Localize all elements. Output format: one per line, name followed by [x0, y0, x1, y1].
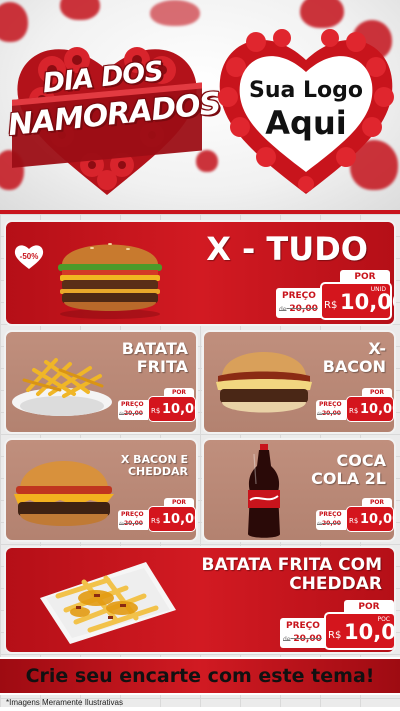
cheddar-fries-image: [40, 562, 176, 644]
currency: R$: [328, 630, 342, 641]
cheddar-burger-image: [14, 461, 114, 526]
new-price-box: R$ 10,00: [148, 396, 196, 422]
product-name-line-1: BATATA FRITA COM: [201, 555, 382, 575]
price-tag: POR PREÇO de 20,00 R$ 10,00 UNID: [276, 270, 394, 322]
product-card-x-tudo: -50% X - TUDO POR PREÇO de 20,00 R$ 10,0…: [4, 220, 396, 326]
price-label: PREÇO: [319, 401, 342, 408]
coca-cola-bottle-image: [248, 444, 280, 538]
new-price-box: R$ 10,00 POC: [324, 612, 396, 650]
logo-text-line-2: Aqui: [265, 104, 347, 142]
product-name-line-1: COCA: [336, 451, 386, 470]
price-tag: POR PREÇO de20,00 R$ 10,00: [118, 388, 196, 424]
footer-bar: [0, 707, 400, 711]
old-price: de20,00: [317, 520, 341, 527]
new-price-box: R$ 10,00 UNID: [320, 282, 394, 320]
product-name: X BACON E CHEDDAR: [121, 453, 188, 479]
currency: R$: [151, 407, 161, 415]
old-price-value: 20,00: [289, 304, 318, 314]
old-price-value: 20,00: [322, 520, 341, 527]
price-label: PREÇO: [282, 291, 316, 301]
product-name: COCA COLA 2L: [311, 452, 386, 488]
menu-area: -50% X - TUDO POR PREÇO de 20,00 R$ 10,0…: [0, 210, 400, 711]
discount-badge: -50%: [19, 252, 39, 261]
product-card-x-bacon-cheddar: X BACON E CHEDDAR POR PREÇO de20,00 R$ 1…: [4, 438, 198, 542]
new-price: 10,00: [360, 512, 394, 527]
old-price: de 20,00: [279, 304, 318, 314]
price-tag: POR PREÇO de 20,00 R$ 10,00 POC: [280, 600, 396, 652]
new-price: 10,00: [162, 512, 196, 527]
old-price: de20,00: [317, 410, 341, 417]
old-price: de 20,00: [283, 634, 322, 644]
price-label: PREÇO: [121, 511, 144, 518]
old-price: de20,00: [119, 410, 143, 417]
product-name-line-2: FRITA: [136, 356, 188, 376]
fries-image: [12, 358, 112, 416]
currency: R$: [349, 407, 359, 415]
old-price-box: PREÇO de20,00: [316, 400, 346, 420]
cta-banner[interactable]: Crie seu encarte com este tema!: [0, 657, 400, 695]
product-name: BATATA FRITA COM CHEDDAR: [201, 555, 382, 595]
product-name-line-2: CHEDDAR: [127, 465, 188, 479]
petal-decoration: [150, 0, 200, 26]
logo-text-line-1: Sua Logo: [248, 78, 363, 103]
price-tag: POR PREÇO de20,00 R$ 10,00: [118, 498, 196, 534]
product-card-batata-cheddar: BATATA FRITA COM CHEDDAR POR PREÇO de 20…: [4, 546, 396, 654]
new-price-box: R$ 10,00: [346, 506, 394, 532]
price-tag: POR PREÇO de20,00 R$ 10,00: [316, 498, 394, 534]
old-price-value: 20,00: [322, 410, 341, 417]
old-price-box: PREÇO de20,00: [118, 510, 148, 530]
product-name-line-1: BATATA: [121, 339, 188, 358]
old-price-box: PREÇO de 20,00: [280, 618, 326, 648]
product-name-line-1: X-: [368, 339, 386, 358]
old-price: de20,00: [119, 520, 143, 527]
product-name-line-2: BACON: [322, 356, 386, 376]
product-card-x-bacon: X- BACON POR PREÇO de20,00 R$ 10,00: [202, 330, 396, 434]
old-price-box: PREÇO de 20,00: [276, 288, 322, 318]
new-price: 10,00: [162, 402, 196, 417]
currency: R$: [349, 517, 359, 525]
burger-image: [58, 243, 162, 319]
old-price-value: 20,00: [293, 634, 322, 644]
header-banner: DIA DOS NAMORADOS Sua Logo Aqui: [0, 0, 400, 210]
old-price-prefix: de: [283, 636, 291, 643]
currency: R$: [151, 517, 161, 525]
new-price-box: R$ 10,00: [346, 396, 394, 422]
price-label: PREÇO: [286, 621, 320, 631]
old-price-value: 20,00: [124, 520, 143, 527]
product-name-line-2: COLA 2L: [311, 468, 386, 488]
petal-decoration: [60, 0, 100, 20]
footer-note: *Imagens Meramente Ilustrativas: [6, 698, 123, 707]
cta-text: Crie seu encarte com este tema!: [25, 665, 375, 687]
bacon-burger-image: [216, 352, 312, 413]
new-price: 10,00: [344, 620, 396, 644]
old-price-box: PREÇO de20,00: [316, 510, 346, 530]
unit-label: POC: [377, 616, 390, 623]
product-card-coca-cola: COCA COLA 2L POR PREÇO de20,00 R$ 10,00: [202, 438, 396, 542]
new-price-box: R$ 10,00: [148, 506, 196, 532]
price-tag: POR PREÇO de20,00 R$ 10,00: [316, 388, 394, 424]
product-name: X - TUDO: [206, 230, 368, 268]
old-price-prefix: de: [279, 306, 287, 313]
price-label: PREÇO: [319, 511, 342, 518]
new-price: 10,00: [360, 402, 394, 417]
unit-label: UNID: [370, 286, 386, 293]
new-price: 10,00: [340, 290, 394, 314]
product-name-line-2: CHEDDAR: [289, 574, 382, 595]
product-name: BATATA FRITA: [122, 340, 188, 376]
product-name: X- BACON: [323, 340, 386, 376]
currency: R$: [324, 300, 338, 311]
old-price-value: 20,00: [124, 410, 143, 417]
price-label: PREÇO: [121, 401, 144, 408]
old-price-box: PREÇO de20,00: [118, 400, 148, 420]
product-card-batata-frita: BATATA FRITA POR PREÇO de20,00 R$ 10,00: [4, 330, 198, 434]
